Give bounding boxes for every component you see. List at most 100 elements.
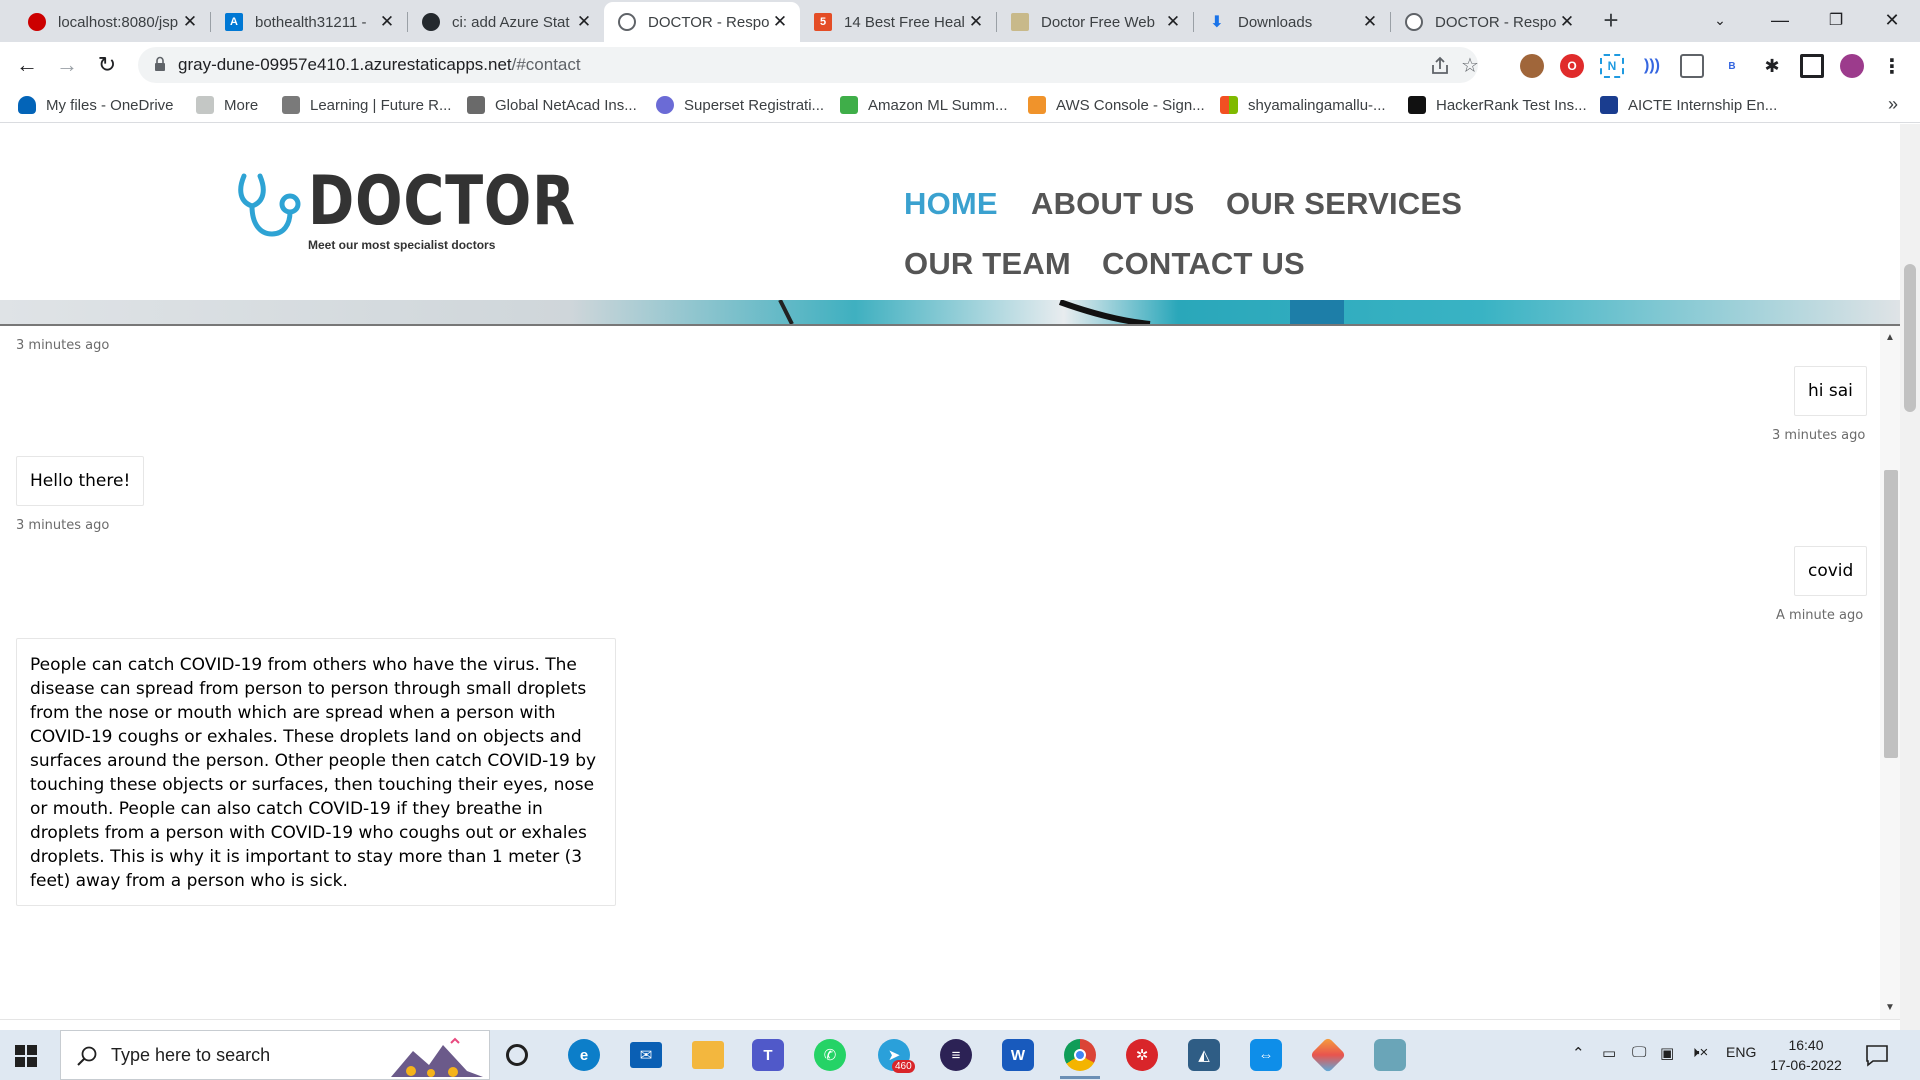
battery-icon[interactable]: ▭ <box>1602 1044 1616 1062</box>
page-scroll-thumb[interactable] <box>1904 264 1916 412</box>
system-clock[interactable]: 16:40 17-06-2022 <box>1758 1035 1854 1075</box>
bot-message-covid-answer: People can catch COVID-19 from others wh… <box>16 638 616 906</box>
b-extension-icon[interactable]: B <box>1720 54 1744 78</box>
minimize-button[interactable]: — <box>1752 0 1808 40</box>
close-icon[interactable]: ✕ <box>1163 12 1183 32</box>
bookmark-hackerrank[interactable]: HackerRank Test Ins... <box>1408 94 1587 116</box>
voice-extension-icon[interactable]: ))) <box>1640 54 1664 78</box>
cookie-extension-icon[interactable] <box>1520 54 1544 78</box>
profile-avatar[interactable] <box>1840 54 1864 78</box>
git-gui-icon[interactable] <box>1309 1036 1347 1074</box>
bookmark-aws[interactable]: AWS Console - Sign... <box>1028 94 1205 116</box>
close-icon[interactable]: ✕ <box>377 12 397 32</box>
app-red-icon[interactable]: ✲ <box>1126 1039 1158 1071</box>
kebab-menu-icon[interactable]: ⋮ <box>1880 54 1904 78</box>
nav-contact-us[interactable]: CONTACT US <box>1102 246 1305 282</box>
tab-bothealth[interactable]: A bothealth31211 - ✕ <box>211 2 407 42</box>
nav-home[interactable]: HOME <box>904 186 998 222</box>
close-icon[interactable]: ✕ <box>180 12 200 32</box>
teams-icon[interactable]: T <box>752 1039 784 1071</box>
notification-center-icon[interactable] <box>1864 1042 1890 1068</box>
tab-title: localhost:8080/jsp <box>58 13 179 31</box>
scroll-up-icon[interactable]: ▲ <box>1884 332 1896 344</box>
bookmark-netacad[interactable]: Global NetAcad Ins... <box>467 94 637 116</box>
file-explorer-icon[interactable] <box>692 1041 724 1069</box>
chat-scrollbar[interactable]: ▲ ▼ <box>1880 326 1900 1019</box>
bookmark-aicte[interactable]: AICTE Internship En... <box>1600 94 1777 116</box>
superset-icon <box>656 96 674 114</box>
side-panel-icon[interactable] <box>1800 54 1824 78</box>
windows-start-icon[interactable] <box>14 1044 38 1068</box>
back-arrow-icon[interactable]: ← <box>12 50 42 80</box>
search-icon <box>77 1046 97 1066</box>
reader-extension-icon[interactable] <box>1680 54 1704 78</box>
tab-best-free-health[interactable]: 5 14 Best Free Heal ✕ <box>800 2 996 42</box>
tab-doctor-free-web[interactable]: Doctor Free Web ✕ <box>997 2 1193 42</box>
volume-muted-icon[interactable]: 🕨× <box>1690 1044 1708 1061</box>
message-timestamp: 3 minutes ago <box>16 518 110 533</box>
close-window-button[interactable]: ✕ <box>1864 0 1920 40</box>
address-bar[interactable]: gray-dune-09957e410.1.azurestaticapps.ne… <box>138 47 1479 83</box>
aicte-icon <box>1600 96 1618 114</box>
message-timestamp: 3 minutes ago <box>16 338 110 353</box>
nav-our-services[interactable]: OUR SERVICES <box>1226 186 1462 222</box>
notepad-icon[interactable] <box>1374 1039 1406 1071</box>
tab-doctor-active[interactable]: DOCTOR - Respo ✕ <box>604 2 800 42</box>
browser-tab-strip: localhost:8080/jsp ✕ A bothealth31211 - … <box>0 0 1920 42</box>
adblock-extension-icon[interactable]: O <box>1560 54 1584 78</box>
mail-icon[interactable]: ✉ <box>630 1042 662 1068</box>
download-icon: ⬇ <box>1210 14 1224 31</box>
tab-title: DOCTOR - Respo <box>1435 13 1557 31</box>
bookmark-learning[interactable]: Learning | Future R... <box>282 94 451 116</box>
taskbar-search[interactable]: Type here to search <box>60 1030 490 1080</box>
edge-icon[interactable]: e <box>568 1039 600 1071</box>
lock-icon <box>155 56 165 71</box>
bookmarks-overflow-icon[interactable]: » <box>1888 94 1898 115</box>
nav-about-us[interactable]: ABOUT US <box>1031 186 1195 222</box>
mysql-workbench-icon[interactable]: ◭ <box>1188 1039 1220 1071</box>
url-path: /#contact <box>511 55 581 74</box>
bookmark-onedrive[interactable]: My files - OneDrive <box>18 94 174 116</box>
tab-title: ci: add Azure Stat <box>452 13 570 31</box>
close-icon[interactable]: ✕ <box>574 12 594 32</box>
bookmark-superset[interactable]: Superset Registrati... <box>656 94 824 116</box>
chart-bars-icon <box>840 96 858 114</box>
puzzle-extensions-icon[interactable]: ✱ <box>1760 54 1784 78</box>
network-icon[interactable]: 🖵 <box>1632 1044 1646 1061</box>
word-icon[interactable]: W <box>1002 1039 1034 1071</box>
message-timestamp: A minute ago <box>1776 608 1864 623</box>
bookmark-amazon-ml[interactable]: Amazon ML Summ... <box>840 94 1007 116</box>
chat-scroll-thumb[interactable] <box>1884 470 1898 758</box>
close-icon[interactable]: ✕ <box>770 12 790 32</box>
show-hidden-icons-chevron[interactable]: ⌃ <box>1572 1044 1585 1062</box>
nav-our-team[interactable]: OUR TEAM <box>904 246 1071 282</box>
bookmark-more[interactable]: More <box>196 94 258 116</box>
globe-icon <box>618 13 636 31</box>
chat-transcript[interactable]: 3 minutes ago hi sai 3 minutes ago Hello… <box>0 326 1880 1019</box>
language-indicator[interactable]: ENG <box>1726 1044 1756 1060</box>
reload-icon[interactable]: ↻ <box>92 50 122 80</box>
whatsapp-icon[interactable]: ✆ <box>814 1039 846 1071</box>
tab-github[interactable]: ci: add Azure Stat ✕ <box>408 2 604 42</box>
page-scrollbar[interactable] <box>1900 124 1920 1030</box>
tab-localhost[interactable]: localhost:8080/jsp ✕ <box>14 2 210 42</box>
tab-search-chevron-icon[interactable]: ⌄ <box>1692 0 1748 40</box>
n-extension-icon[interactable]: N <box>1600 54 1624 78</box>
chrome-icon[interactable] <box>1064 1039 1096 1071</box>
tab-downloads[interactable]: ⬇ Downloads ✕ <box>1194 2 1390 42</box>
new-tab-button[interactable]: + <box>1596 6 1626 36</box>
eclipse-icon[interactable]: ≡ <box>940 1039 972 1071</box>
scroll-down-icon[interactable]: ▼ <box>1884 1002 1896 1014</box>
display-icon[interactable]: ▣ <box>1660 1044 1674 1062</box>
close-icon[interactable]: ✕ <box>966 12 986 32</box>
tab-doctor-2[interactable]: DOCTOR - Respo ✕ <box>1391 2 1587 42</box>
forward-arrow-icon[interactable]: → <box>52 50 82 80</box>
close-icon[interactable]: ✕ <box>1360 12 1380 32</box>
teamviewer-icon[interactable]: ⇔ <box>1250 1039 1282 1071</box>
bookmark-microsoft[interactable]: shyamalingamallu-... <box>1220 94 1386 116</box>
close-icon[interactable]: ✕ <box>1557 12 1577 32</box>
doctor-logo[interactable]: DOCTOR Meet our most specialist doctors <box>236 164 575 254</box>
bookmark-star-icon[interactable]: ☆ <box>1440 54 1500 78</box>
cortana-icon[interactable] <box>506 1044 528 1066</box>
restore-button[interactable]: ❐ <box>1808 0 1864 40</box>
